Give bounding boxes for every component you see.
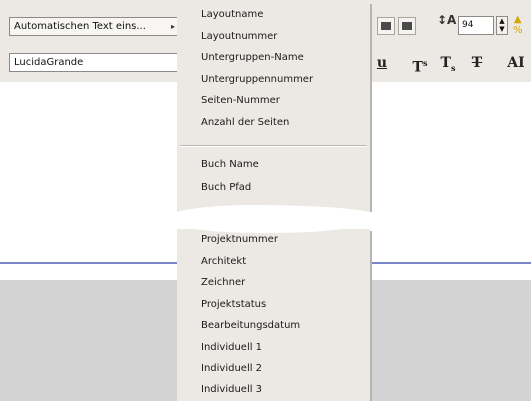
font-size-stepper[interactable]: ▲ ▼ [496, 16, 508, 35]
all-caps-label: AI [507, 55, 525, 71]
menu-item-anzahl-der-seiten[interactable]: Anzahl der Seiten [201, 117, 289, 128]
font-size-value: 94 [462, 20, 474, 30]
all-caps-button[interactable]: AI [502, 52, 530, 74]
menu-item-projektstatus[interactable]: Projektstatus [201, 299, 266, 310]
strikethrough-label: T [471, 55, 483, 71]
font-size-icon: ↕A [437, 13, 457, 27]
auto-text-menu-bottom: Projektnummer Architekt Zeichner Projekt… [177, 229, 370, 401]
align-right-button[interactable] [398, 17, 416, 35]
auto-text-dropdown[interactable]: Automatischen Text eins... ▸ [9, 17, 179, 36]
menu-item-individuell-2[interactable]: Individuell 2 [201, 363, 262, 374]
font-size-input[interactable]: 94 [458, 16, 494, 35]
align-left-button[interactable] [377, 17, 395, 35]
auto-text-dropdown-label: Automatischen Text eins... [14, 21, 146, 32]
subscript-label: T [440, 55, 451, 71]
underline-label: u [376, 55, 388, 71]
subscript-button[interactable]: Ts [436, 52, 460, 74]
menu-item-buch-name[interactable]: Buch Name [201, 159, 259, 170]
font-name-field[interactable]: LucidaGrande [9, 53, 179, 72]
menu-item-architekt[interactable]: Architekt [201, 256, 246, 267]
menu-item-seiten-nummer[interactable]: Seiten-Nummer [201, 95, 280, 106]
superscript-button[interactable]: Ts [408, 52, 432, 76]
menu-item-untergruppen-name[interactable]: Untergruppen-Name [201, 52, 304, 63]
menu-separator [180, 145, 367, 147]
superscript-mark-icon: s [422, 58, 428, 68]
menu-item-zeichner[interactable]: Zeichner [201, 277, 245, 288]
menu-item-buch-pfad[interactable]: Buch Pfad [201, 182, 251, 193]
menu-item-bearbeitungsdatum[interactable]: Bearbeitungsdatum [201, 320, 300, 331]
font-name-value: LucidaGrande [14, 57, 84, 68]
underline-button[interactable]: u [372, 52, 392, 74]
menu-item-layoutnummer[interactable]: Layoutnummer [201, 31, 277, 42]
menu-item-individuell-1[interactable]: Individuell 1 [201, 342, 262, 353]
menu-item-layoutname[interactable]: Layoutname [201, 9, 263, 20]
strikethrough-button[interactable]: T [466, 52, 488, 74]
superscript-label: T [412, 59, 423, 76]
menu-item-projektnummer[interactable]: Projektnummer [201, 234, 278, 245]
chevron-right-icon: ▸ [170, 22, 175, 31]
warning-icon: ▲% [513, 14, 523, 36]
menu-item-untergruppennummer[interactable]: Untergruppennummer [201, 74, 313, 85]
auto-text-menu-top: Layoutname Layoutnummer Untergruppen-Nam… [177, 2, 370, 212]
menu-item-individuell-3[interactable]: Individuell 3 [201, 384, 262, 395]
subscript-mark-icon: s [450, 62, 456, 73]
